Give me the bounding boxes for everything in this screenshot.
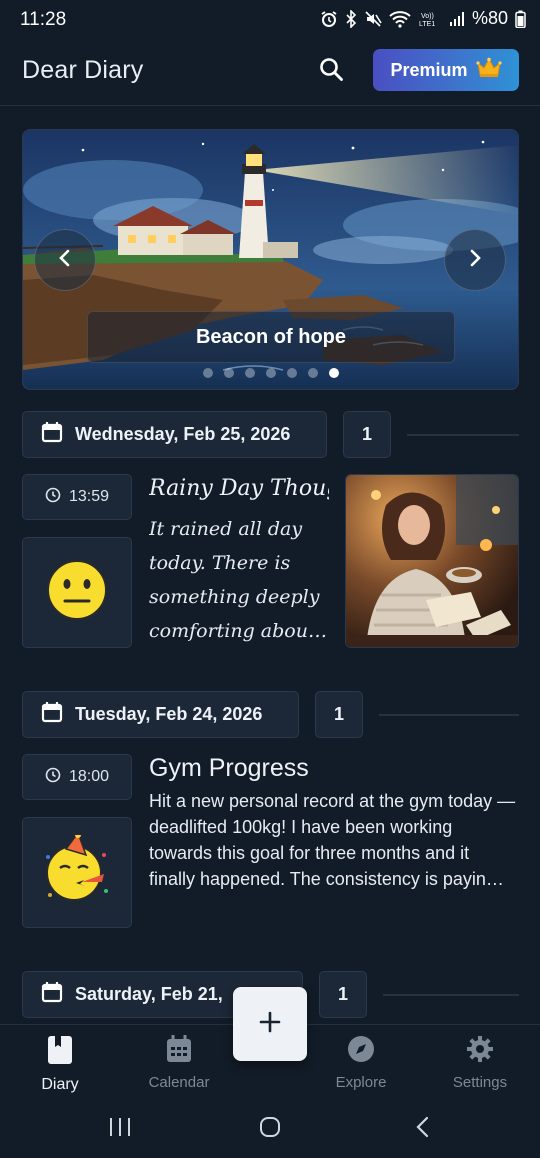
status-bar: 11:28 Vo)) LTE1 %80 xyxy=(0,0,540,40)
neutral-face-icon xyxy=(46,559,108,626)
entry-time: 18:00 xyxy=(22,754,132,800)
carousel-dot-active[interactable] xyxy=(329,368,339,378)
bluetooth-icon xyxy=(345,9,357,28)
entry-title: Rainy Day Thoug... xyxy=(149,476,329,501)
entry-count-badge: 1 xyxy=(343,411,391,458)
svg-text:Vo)): Vo)) xyxy=(421,13,434,20)
divider xyxy=(383,994,519,996)
calendar-icon xyxy=(166,1035,192,1068)
svg-text:LTE1: LTE1 xyxy=(419,21,435,28)
divider xyxy=(379,714,519,716)
nav-label-calendar: Calendar xyxy=(148,1074,210,1091)
entry-time: 13:59 xyxy=(22,474,132,520)
nav-label-diary: Diary xyxy=(41,1076,79,1093)
mood-indicator xyxy=(22,817,132,928)
wifi-icon xyxy=(389,10,411,28)
back-icon xyxy=(415,1116,429,1143)
system-navigation-bar xyxy=(0,1100,540,1158)
date-label: Tuesday, Feb 24, 2026 xyxy=(75,704,263,724)
date-chip[interactable]: Tuesday, Feb 24, 2026 xyxy=(22,691,299,738)
carousel-prev-button[interactable] xyxy=(34,229,96,291)
back-button[interactable] xyxy=(402,1114,442,1144)
diary-entry-card[interactable]: 13:59 Rainy Day Thoug... It rained all d… xyxy=(22,474,519,649)
clock-icon xyxy=(45,767,61,788)
calendar-icon xyxy=(41,421,63,448)
banner-caption: Beacon of hope xyxy=(87,311,455,363)
carousel-dot[interactable] xyxy=(203,368,213,378)
carousel-dot[interactable] xyxy=(224,368,234,378)
date-label: Saturday, Feb 21, xyxy=(75,984,223,1004)
compass-icon xyxy=(347,1035,375,1068)
home-icon xyxy=(259,1116,281,1143)
premium-button[interactable]: Premium xyxy=(373,49,519,91)
nav-item-settings[interactable]: Settings xyxy=(420,1025,540,1101)
partying-face-icon xyxy=(42,831,112,910)
entry-count-badge: 1 xyxy=(319,971,367,1018)
home-button[interactable] xyxy=(250,1114,290,1144)
nav-item-diary[interactable]: Diary xyxy=(0,1025,120,1101)
plus-icon xyxy=(259,1011,281,1038)
entry-time-label: 18:00 xyxy=(68,768,110,785)
carousel-dot[interactable] xyxy=(287,368,297,378)
date-chip[interactable]: Wednesday, Feb 25, 2026 xyxy=(22,411,327,458)
search-button[interactable] xyxy=(314,54,348,88)
battery-percent: %80 xyxy=(471,8,508,28)
calendar-icon xyxy=(41,701,63,728)
mute-icon xyxy=(364,10,382,28)
mood-indicator xyxy=(22,537,132,648)
gear-icon xyxy=(466,1035,494,1068)
entry-photo[interactable] xyxy=(345,474,519,648)
battery-icon xyxy=(515,10,526,28)
nav-label-settings: Settings xyxy=(452,1074,508,1091)
recent-apps-icon xyxy=(108,1117,132,1142)
cozy-reading-photo xyxy=(346,475,518,647)
entry-count-badge: 1 xyxy=(315,691,363,738)
divider xyxy=(407,434,519,436)
status-time: 11:28 xyxy=(20,9,67,30)
app-title: Dear Diary xyxy=(22,56,144,84)
day-header: Tuesday, Feb 24, 2026 1 xyxy=(22,691,519,739)
recent-apps-button[interactable] xyxy=(100,1114,140,1144)
search-icon xyxy=(318,56,344,87)
carousel-next-button[interactable] xyxy=(444,229,506,291)
hero-carousel[interactable]: Beacon of hope xyxy=(22,129,519,390)
carousel-dot[interactable] xyxy=(308,368,318,378)
alarm-icon xyxy=(320,10,338,28)
nav-item-calendar[interactable]: Calendar xyxy=(119,1025,239,1101)
carousel-indicators xyxy=(203,368,339,378)
nav-item-explore[interactable]: Explore xyxy=(301,1025,421,1101)
add-entry-button[interactable] xyxy=(233,987,307,1061)
entry-title: Gym Progress xyxy=(149,754,309,782)
entry-time-label: 13:59 xyxy=(68,488,110,505)
entry-preview: It rained all day today. There is someth… xyxy=(149,518,320,642)
premium-label: Premium xyxy=(390,59,468,80)
status-icons: Vo)) LTE1 %80 xyxy=(320,8,526,29)
entry-preview: Hit a new personal record at the gym tod… xyxy=(149,791,516,889)
diary-entry-card[interactable]: 18:00 Gym Progress Hit a new personal re… xyxy=(22,754,519,929)
signal-icon xyxy=(449,11,465,27)
day-header: Wednesday, Feb 25, 2026 1 xyxy=(22,411,519,459)
calendar-icon xyxy=(41,981,63,1008)
carousel-dot[interactable] xyxy=(245,368,255,378)
volte-icon: Vo)) LTE1 xyxy=(418,10,442,28)
diary-icon xyxy=(47,1035,73,1070)
date-label: Wednesday, Feb 25, 2026 xyxy=(75,424,291,444)
clock-icon xyxy=(45,487,61,508)
crown-icon xyxy=(475,57,502,84)
app-bar: Dear Diary Premium xyxy=(0,40,540,106)
carousel-dot[interactable] xyxy=(266,368,276,378)
chevron-left-icon xyxy=(58,249,72,272)
chevron-right-icon xyxy=(468,249,482,272)
nav-label-explore: Explore xyxy=(335,1074,387,1091)
